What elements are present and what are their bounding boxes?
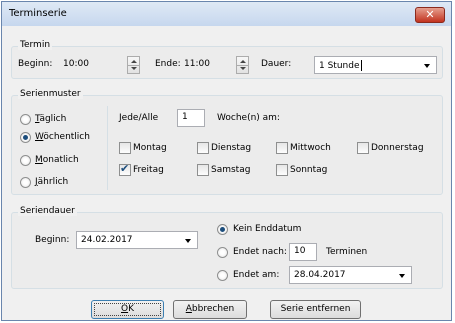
radio-kein-enddatum[interactable] — [217, 224, 228, 235]
chevron-down-icon — [424, 64, 430, 68]
close-icon: ✕ — [425, 8, 435, 21]
spin-divider — [237, 65, 248, 66]
radio-monatlich[interactable] — [20, 155, 31, 166]
checkbox-sonntag[interactable] — [276, 164, 288, 176]
close-button[interactable]: ✕ — [415, 7, 445, 23]
checkbox-mittwoch[interactable] — [276, 142, 288, 154]
jede-alle-label: Jede/Alle — [119, 113, 159, 123]
radio-taeglich[interactable] — [20, 114, 31, 125]
checkbox-freitag[interactable]: ✔ — [119, 162, 131, 176]
checkbox-montag[interactable] — [119, 142, 131, 154]
woche-am-label: Woche(n) am: — [217, 113, 280, 123]
spin-up-icon[interactable] — [131, 60, 137, 63]
interval-input[interactable]: 1 — [177, 109, 205, 127]
dauer-value: 1 Stunde — [319, 61, 360, 71]
day-label-dienstag[interactable]: Dienstag — [211, 143, 251, 153]
endet-nach-label[interactable]: Endet nach: — [233, 247, 287, 257]
end-date-value: 28.04.2017 — [294, 270, 346, 280]
serie-entfernen-button[interactable]: Serie entfernen — [270, 300, 361, 319]
option-taeglich-label[interactable]: Täglich — [35, 114, 66, 124]
day-label-montag[interactable]: Montag — [133, 143, 167, 153]
chevron-down-icon — [399, 274, 405, 278]
radio-endet-am[interactable] — [217, 270, 228, 281]
terminserie-dialog: Terminserie ✕ Termin Beginn: 10:00 Ende:… — [1, 1, 452, 321]
checkbox-dienstag[interactable] — [197, 142, 209, 154]
occurrences-input[interactable]: 10 — [289, 243, 317, 261]
day-label-sonntag[interactable]: Sonntag — [290, 165, 327, 175]
checkbox-samstag[interactable] — [197, 164, 209, 176]
serienmuster-legend: Serienmuster — [18, 89, 83, 99]
option-monatlich-label[interactable]: Monatlich — [35, 155, 79, 165]
radio-jaehrlich[interactable] — [20, 177, 31, 188]
checkbox-donnerstag[interactable] — [357, 142, 369, 154]
abbrechen-button[interactable]: Abbrechen — [173, 300, 247, 319]
day-label-mittwoch[interactable]: Mittwoch — [290, 143, 331, 153]
pattern-divider — [107, 106, 108, 190]
title-bar[interactable]: Terminserie ✕ — [2, 2, 451, 26]
seriendauer-legend: Seriendauer — [18, 206, 77, 216]
spin-up-icon[interactable] — [240, 60, 246, 63]
terminen-label: Terminen — [326, 247, 368, 257]
ok-button[interactable]: OK — [91, 300, 164, 319]
spin-down-icon[interactable] — [240, 67, 246, 70]
series-beginn-label: Beginn: — [35, 235, 70, 245]
day-label-samstag[interactable]: Samstag — [211, 165, 250, 175]
beginn-time-label: Beginn: — [18, 59, 53, 69]
dauer-select[interactable]: 1 Stunde — [314, 56, 437, 74]
radio-woechentlich[interactable] — [20, 132, 31, 143]
spin-divider — [128, 65, 139, 66]
ende-time-input[interactable]: 11:00 — [181, 56, 235, 74]
checkmark-icon: ✔ — [120, 162, 130, 175]
termin-legend: Termin — [18, 40, 53, 50]
day-label-freitag[interactable]: Freitag — [133, 165, 164, 175]
chevron-down-icon — [185, 239, 191, 243]
spin-down-icon[interactable] — [131, 67, 137, 70]
focus-rectangle — [94, 303, 161, 316]
end-date-picker[interactable]: 28.04.2017 — [289, 266, 412, 284]
kein-enddatum-label[interactable]: Kein Enddatum — [233, 224, 301, 234]
text-caret — [360, 60, 362, 71]
radio-endet-nach[interactable] — [217, 247, 228, 258]
option-woechentlich-label[interactable]: Wöchentlich — [35, 132, 90, 142]
beginn-time-spinner[interactable] — [127, 56, 140, 74]
series-start-date-picker[interactable]: 24.02.2017 — [76, 231, 198, 249]
ende-time-spinner[interactable] — [236, 56, 249, 74]
beginn-time-input[interactable]: 10:00 — [60, 56, 126, 74]
day-label-donnerstag[interactable]: Donnerstag — [371, 143, 424, 153]
window-title: Terminserie — [9, 8, 67, 19]
ende-time-label: Ende: — [155, 59, 181, 69]
dauer-label: Dauer: — [261, 59, 292, 69]
series-start-date-value: 24.02.2017 — [81, 235, 133, 245]
option-jaehrlich-label[interactable]: Jährlich — [35, 177, 68, 187]
endet-am-label[interactable]: Endet am: — [233, 270, 279, 280]
